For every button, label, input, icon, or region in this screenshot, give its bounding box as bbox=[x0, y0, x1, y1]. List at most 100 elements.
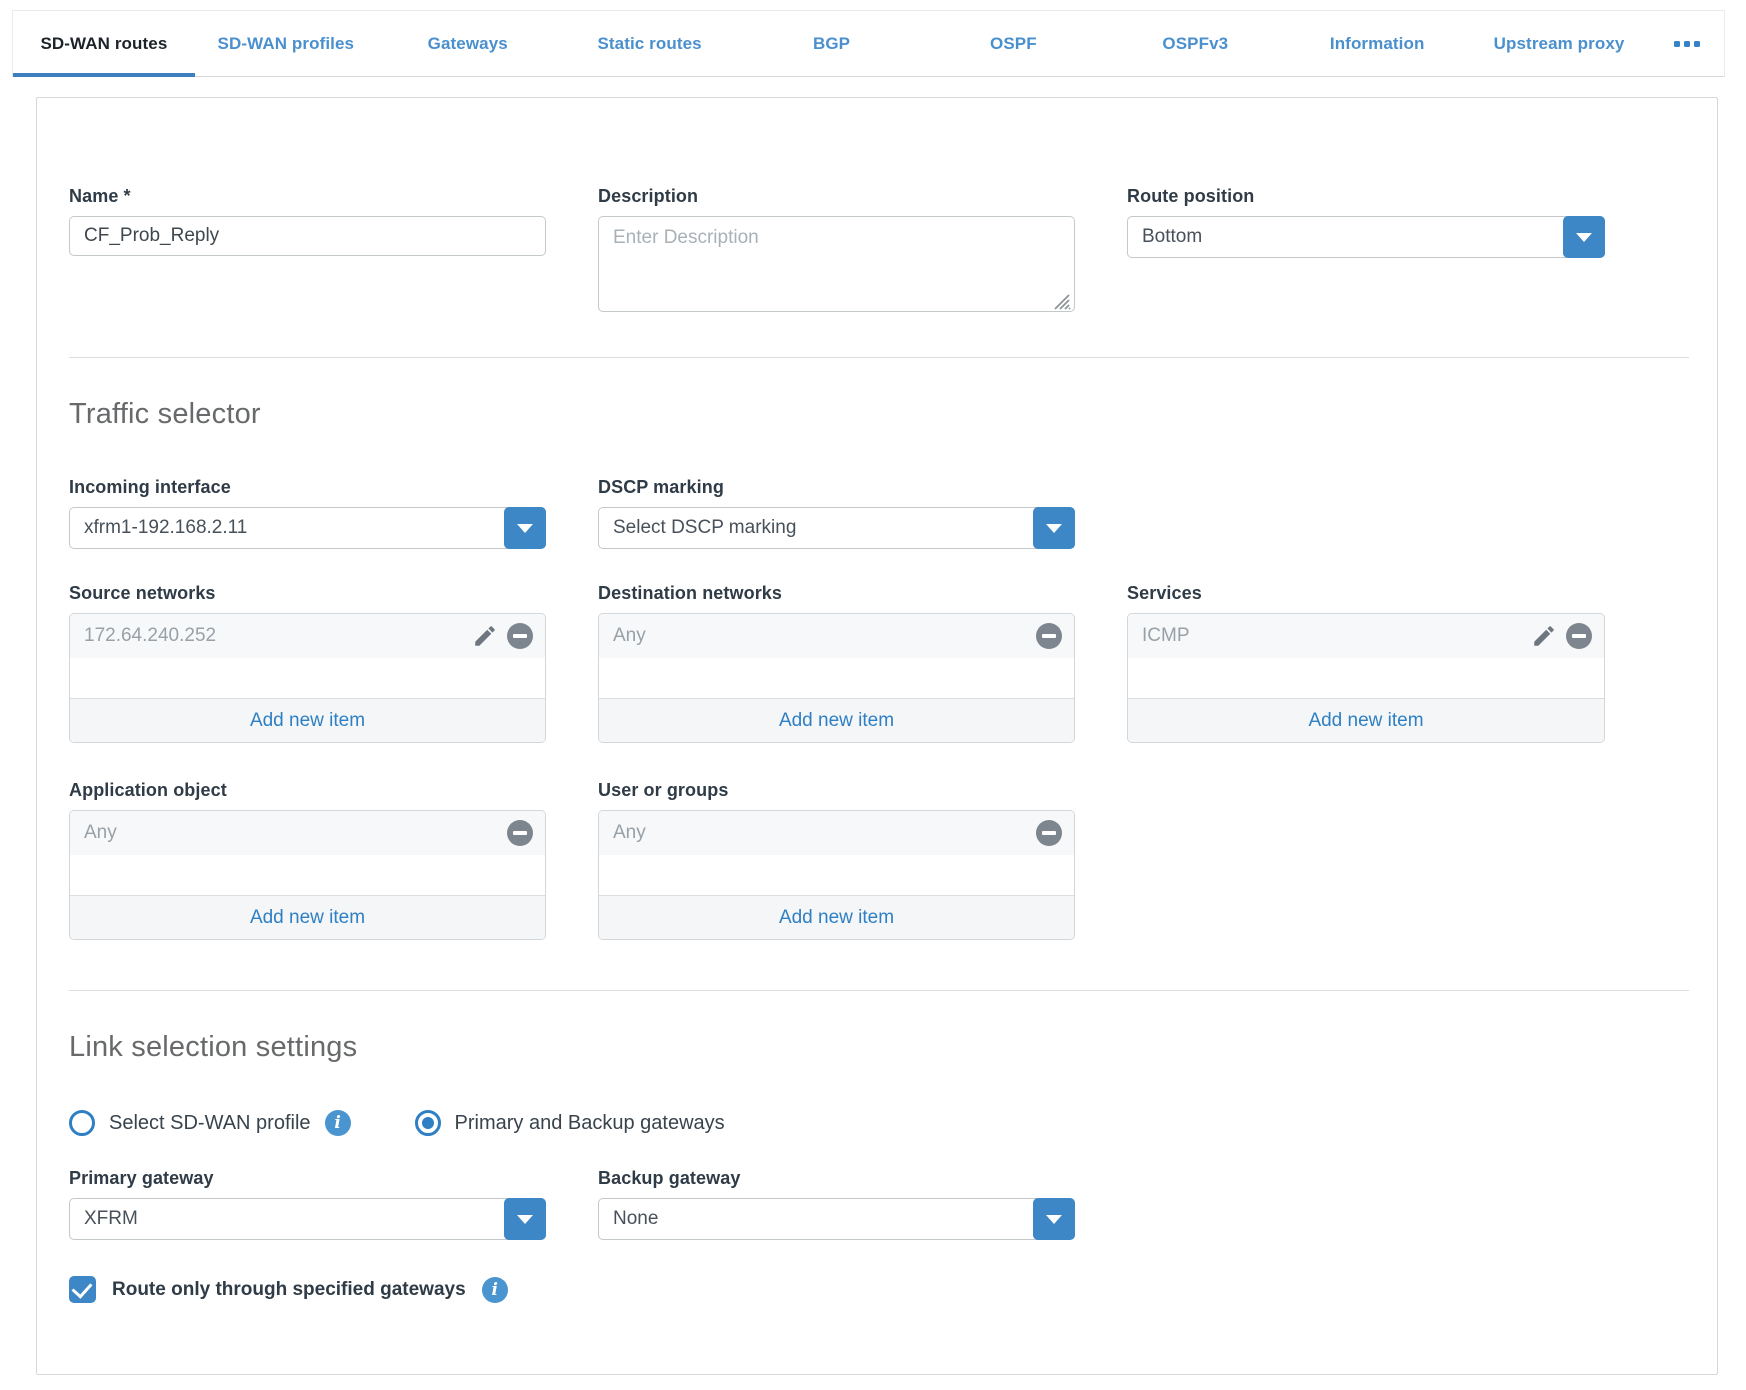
link-mode-radio-group: Select SD-WAN profile i Primary and Back… bbox=[69, 1110, 1689, 1136]
primary-gateway-value: XFRM bbox=[70, 1199, 545, 1239]
radio-label: Select SD-WAN profile bbox=[109, 1112, 311, 1135]
info-icon[interactable]: i bbox=[325, 1110, 351, 1136]
tab-sdwan-profiles[interactable]: SD-WAN profiles bbox=[195, 11, 377, 76]
info-icon[interactable]: i bbox=[482, 1277, 508, 1303]
incoming-interface-field-group: Incoming interface xfrm1-192.168.2.11 bbox=[69, 477, 546, 549]
backup-gateway-value: None bbox=[599, 1199, 1074, 1239]
tab-bar: SD-WAN routes SD-WAN profiles Gateways S… bbox=[12, 10, 1725, 77]
tab-static-routes[interactable]: Static routes bbox=[559, 11, 741, 76]
services-field-group: Services ICMP Add new item bbox=[1127, 583, 1605, 743]
list-item-text: 172.64.240.252 bbox=[84, 625, 472, 647]
radio-unselected-icon[interactable] bbox=[69, 1110, 95, 1136]
radio-selected-icon[interactable] bbox=[415, 1110, 441, 1136]
source-networks-field-group: Source networks 172.64.240.252 Add new i… bbox=[69, 583, 546, 743]
destination-networks-label: Destination networks bbox=[598, 583, 1075, 604]
application-object-field-group: Application object Any Add new item bbox=[69, 780, 546, 940]
remove-minus-icon[interactable] bbox=[1036, 623, 1062, 649]
more-tabs-button[interactable] bbox=[1650, 11, 1724, 76]
edit-pencil-icon[interactable] bbox=[472, 623, 498, 649]
route-position-field-group: Route position Bottom bbox=[1127, 186, 1605, 317]
route-position-value: Bottom bbox=[1128, 217, 1604, 257]
list-item-text: Any bbox=[613, 822, 1036, 844]
source-networks-list: 172.64.240.252 Add new item bbox=[69, 613, 546, 743]
checkbox-checked-icon[interactable] bbox=[69, 1276, 96, 1303]
list-item: Any bbox=[70, 811, 545, 855]
radio-primary-backup-gateways[interactable]: Primary and Backup gateways bbox=[415, 1110, 725, 1136]
incoming-interface-label: Incoming interface bbox=[69, 477, 546, 498]
route-only-checkbox-row: Route only through specified gateways i bbox=[69, 1276, 1689, 1303]
dscp-marking-label: DSCP marking bbox=[598, 477, 1075, 498]
traffic-selector-heading: Traffic selector bbox=[69, 398, 1689, 431]
tab-ospf[interactable]: OSPF bbox=[922, 11, 1104, 76]
chevron-down-icon bbox=[1046, 524, 1062, 533]
chevron-down-icon bbox=[517, 1215, 533, 1224]
user-or-groups-label: User or groups bbox=[598, 780, 1075, 801]
application-object-label: Application object bbox=[69, 780, 546, 801]
add-new-item-button[interactable]: Add new item bbox=[70, 698, 545, 742]
primary-gateway-dropdown-button[interactable] bbox=[504, 1198, 546, 1240]
dscp-marking-value: Select DSCP marking bbox=[599, 508, 1074, 548]
primary-gateway-label: Primary gateway bbox=[69, 1168, 546, 1189]
radio-label: Primary and Backup gateways bbox=[455, 1112, 725, 1135]
application-object-list: Any Add new item bbox=[69, 810, 546, 940]
list-item: ICMP bbox=[1128, 614, 1604, 658]
chevron-down-icon bbox=[1576, 233, 1592, 242]
primary-gateway-field-group: Primary gateway XFRM bbox=[69, 1168, 546, 1240]
name-field-group: Name * bbox=[69, 186, 546, 317]
description-label: Description bbox=[598, 186, 1075, 207]
incoming-interface-dropdown-button[interactable] bbox=[504, 507, 546, 549]
backup-gateway-dropdown-button[interactable] bbox=[1033, 1198, 1075, 1240]
backup-gateway-dropdown[interactable]: None bbox=[598, 1198, 1075, 1240]
destination-networks-list: Any Add new item bbox=[598, 613, 1075, 743]
list-item-text: Any bbox=[84, 822, 507, 844]
remove-minus-icon[interactable] bbox=[507, 623, 533, 649]
incoming-interface-value: xfrm1-192.168.2.11 bbox=[70, 508, 545, 548]
radio-select-sdwan-profile[interactable]: Select SD-WAN profile bbox=[69, 1110, 311, 1136]
destination-networks-field-group: Destination networks Any Add new item bbox=[598, 583, 1075, 743]
tab-information[interactable]: Information bbox=[1286, 11, 1468, 76]
tab-gateways[interactable]: Gateways bbox=[377, 11, 559, 76]
section-divider bbox=[69, 357, 1689, 358]
route-position-dropdown[interactable]: Bottom bbox=[1127, 216, 1605, 258]
more-horizontal-icon bbox=[1674, 41, 1680, 47]
list-item-text: ICMP bbox=[1142, 625, 1531, 647]
user-or-groups-list: Any Add new item bbox=[598, 810, 1075, 940]
services-label: Services bbox=[1127, 583, 1605, 604]
primary-gateway-dropdown[interactable]: XFRM bbox=[69, 1198, 546, 1240]
incoming-interface-dropdown[interactable]: xfrm1-192.168.2.11 bbox=[69, 507, 546, 549]
list-item: Any bbox=[599, 614, 1074, 658]
source-networks-label: Source networks bbox=[69, 583, 546, 604]
link-selection-heading: Link selection settings bbox=[69, 1031, 1689, 1064]
remove-minus-icon[interactable] bbox=[507, 820, 533, 846]
services-list: ICMP Add new item bbox=[1127, 613, 1605, 743]
add-new-item-button[interactable]: Add new item bbox=[599, 698, 1074, 742]
add-new-item-button[interactable]: Add new item bbox=[1128, 698, 1604, 742]
tab-upstream-proxy[interactable]: Upstream proxy bbox=[1468, 11, 1650, 76]
tab-bgp[interactable]: BGP bbox=[741, 11, 923, 76]
remove-minus-icon[interactable] bbox=[1566, 623, 1592, 649]
sdwan-route-form: Name * Description Route position bbox=[36, 97, 1718, 1375]
add-new-item-button[interactable]: Add new item bbox=[599, 895, 1074, 939]
dscp-marking-dropdown-button[interactable] bbox=[1033, 507, 1075, 549]
route-position-dropdown-button[interactable] bbox=[1563, 216, 1605, 258]
name-label: Name * bbox=[69, 186, 546, 207]
name-input[interactable] bbox=[69, 216, 546, 256]
tab-ospfv3[interactable]: OSPFv3 bbox=[1104, 11, 1286, 76]
list-item: Any bbox=[599, 811, 1074, 855]
route-position-label: Route position bbox=[1127, 186, 1605, 207]
section-divider bbox=[69, 990, 1689, 991]
edit-pencil-icon[interactable] bbox=[1531, 623, 1557, 649]
remove-minus-icon[interactable] bbox=[1036, 820, 1062, 846]
tab-sdwan-routes[interactable]: SD-WAN routes bbox=[13, 11, 195, 76]
user-or-groups-field-group: User or groups Any Add new item bbox=[598, 780, 1075, 940]
list-item: 172.64.240.252 bbox=[70, 614, 545, 658]
route-only-checkbox-label: Route only through specified gateways bbox=[112, 1279, 466, 1301]
description-textarea[interactable] bbox=[598, 216, 1075, 312]
dscp-marking-dropdown[interactable]: Select DSCP marking bbox=[598, 507, 1075, 549]
dscp-marking-field-group: DSCP marking Select DSCP marking bbox=[598, 477, 1075, 549]
backup-gateway-label: Backup gateway bbox=[598, 1168, 1075, 1189]
chevron-down-icon bbox=[1046, 1215, 1062, 1224]
backup-gateway-field-group: Backup gateway None bbox=[598, 1168, 1075, 1240]
add-new-item-button[interactable]: Add new item bbox=[70, 895, 545, 939]
description-field-group: Description bbox=[598, 186, 1075, 317]
